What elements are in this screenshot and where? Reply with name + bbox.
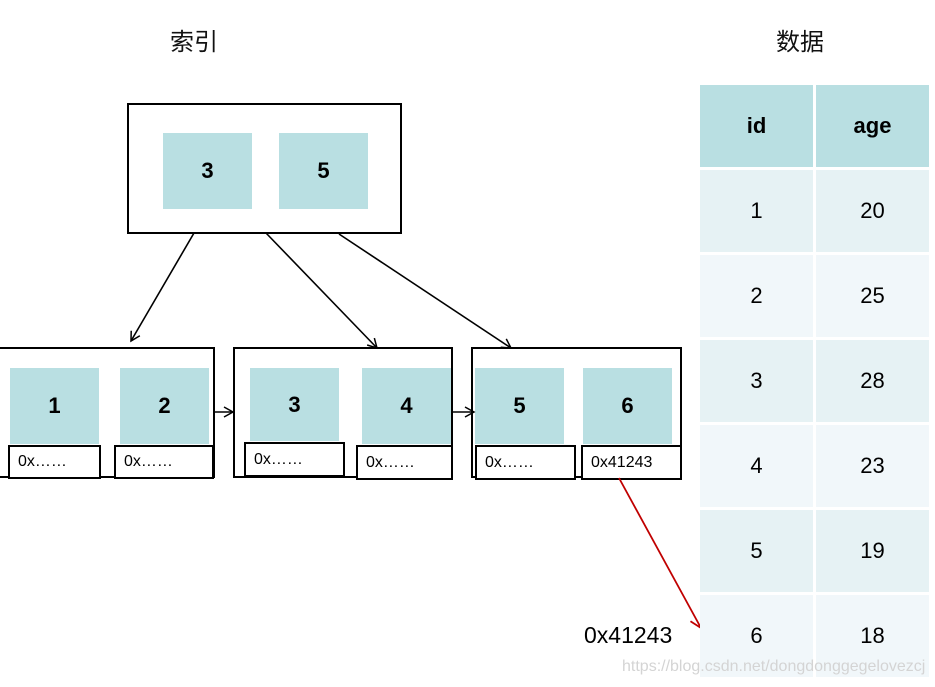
- leaf-pointer: 0x……: [356, 445, 453, 480]
- leaf-key: 6: [583, 368, 672, 444]
- root-key: 5: [279, 133, 368, 209]
- table-row: 2 25: [700, 255, 929, 337]
- leaf-pointer: 0x41243: [581, 445, 682, 480]
- leaf-pointer: 0x……: [114, 445, 214, 479]
- root-node: 3 5: [127, 103, 402, 234]
- leaf-key: 2: [120, 368, 209, 444]
- data-table: id age 1 20 2 25 3 28 4 23 5 19 6 18: [697, 82, 932, 680]
- index-title: 索引: [170, 28, 218, 56]
- cell-id: 1: [700, 170, 813, 252]
- root-key: 3: [163, 133, 252, 209]
- column-header-id: id: [700, 85, 813, 167]
- data-title: 数据: [776, 28, 824, 56]
- leaf-key: 4: [362, 368, 451, 444]
- address-label: 0x41243: [584, 622, 673, 648]
- table-row: 3 28: [700, 340, 929, 422]
- leaf-key: 5: [475, 368, 564, 444]
- table-row: 4 23: [700, 425, 929, 507]
- cell-id: 5: [700, 510, 813, 592]
- cell-age: 23: [816, 425, 929, 507]
- cell-age: 20: [816, 170, 929, 252]
- cell-age: 25: [816, 255, 929, 337]
- leaf-pointer: 0x……: [475, 445, 576, 480]
- table-row: 5 19: [700, 510, 929, 592]
- tree-arrow: [265, 232, 379, 350]
- leaf-key: 1: [10, 368, 99, 444]
- cell-id: 3: [700, 340, 813, 422]
- row-pointer-arrow: [618, 477, 702, 630]
- leaf-key: 3: [250, 368, 339, 441]
- tree-arrow: [338, 233, 513, 349]
- leaf-pointer: 0x……: [8, 445, 101, 479]
- cell-age: 28: [816, 340, 929, 422]
- leaf-pointer: 0x……: [244, 442, 345, 477]
- column-header-age: age: [816, 85, 929, 167]
- watermark: https://blog.csdn.net/dongdonggegelovezc…: [622, 658, 926, 675]
- table-row: 1 20: [700, 170, 929, 252]
- tree-arrow: [130, 232, 195, 343]
- cell-age: 19: [816, 510, 929, 592]
- cell-id: 2: [700, 255, 813, 337]
- cell-id: 4: [700, 425, 813, 507]
